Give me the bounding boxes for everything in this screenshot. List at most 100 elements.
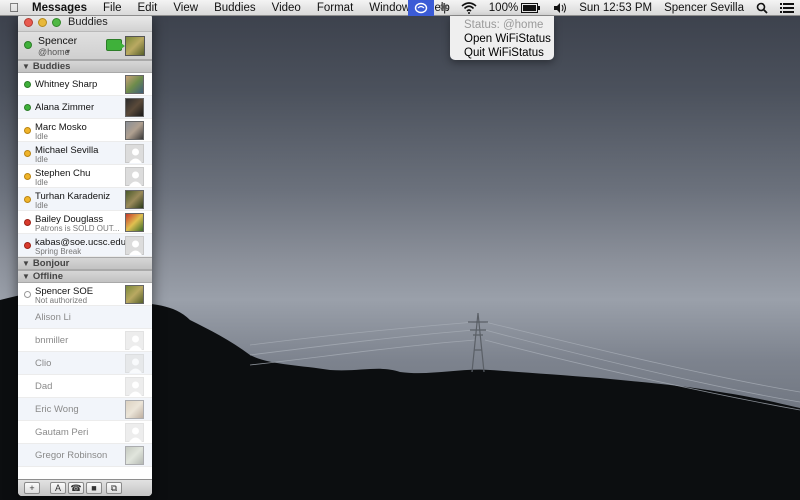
- status-indicator: [24, 291, 31, 298]
- status-indicator: [24, 81, 31, 88]
- my-status-panel: Spencer @home ▾: [18, 32, 152, 60]
- bluetooth-icon[interactable]: ✱: [434, 0, 455, 16]
- chevron-down-icon[interactable]: ▾: [66, 47, 70, 56]
- buddy-row[interactable]: Marc Mosko Idle: [18, 119, 152, 142]
- battery-status[interactable]: 100%: [483, 0, 547, 16]
- window-titlebar[interactable]: Buddies: [18, 14, 152, 32]
- buddy-name: Eric Wong: [35, 404, 79, 415]
- close-button[interactable]: [24, 18, 33, 27]
- menu-item-quit-wifistatus[interactable]: Quit WiFiStatus: [450, 46, 554, 60]
- buddy-name: Clio: [35, 358, 52, 369]
- status-indicator: [24, 127, 31, 134]
- wifistatus-icon[interactable]: [407, 0, 434, 16]
- status-indicator: [24, 196, 31, 203]
- notification-center-icon[interactable]: [774, 2, 800, 14]
- buddy-row[interactable]: Eric Wong: [18, 398, 152, 421]
- buddy-status-message: Patrons is SOLD OUT...: [35, 224, 120, 233]
- wifi-icon[interactable]: [455, 2, 483, 14]
- my-status-menu[interactable]: @home: [38, 47, 70, 57]
- buddies-window: Buddies Spencer @home ▾ ▼ Buddies Whitney …: [18, 14, 152, 496]
- buddy-avatar: [125, 285, 144, 304]
- buddy-avatar: [125, 354, 144, 373]
- buddy-avatar: [125, 98, 144, 117]
- zoom-button[interactable]: [52, 18, 61, 27]
- video-camera-icon[interactable]: [106, 39, 125, 51]
- menu-bar:  Messages File Edit View Buddies Video …: [0, 0, 800, 16]
- buddy-row[interactable]: Turhan Karadeniz Idle: [18, 188, 152, 211]
- buddy-name: bnmiller: [35, 335, 69, 346]
- disclosure-triangle-icon[interactable]: ▼: [22, 259, 30, 268]
- my-avatar[interactable]: [125, 36, 145, 56]
- menu-view[interactable]: View: [165, 0, 206, 16]
- buddy-avatar: [125, 75, 144, 94]
- group-name: Buddies: [32, 61, 71, 72]
- buddy-row[interactable]: Gregor Robinson: [18, 444, 152, 467]
- menu-item-open-wifistatus[interactable]: Open WiFiStatus: [450, 32, 554, 46]
- buddy-list: ▼ Buddies Whitney Sharp Alana Zimmer Marc Mo…: [18, 60, 152, 467]
- audio-chat-icon[interactable]: ☎: [68, 482, 84, 494]
- status-indicator: [24, 242, 31, 249]
- buddy-avatar: [125, 331, 144, 350]
- buddy-avatar: [125, 213, 144, 232]
- group-header-buddies[interactable]: ▼ Buddies: [18, 60, 152, 73]
- buddy-row[interactable]: Dad: [18, 375, 152, 398]
- menu-buddies[interactable]: Buddies: [206, 0, 264, 16]
- buddy-name: Gregor Robinson: [35, 450, 108, 461]
- buddy-row[interactable]: Alison Li: [18, 306, 152, 329]
- buddy-avatar: [125, 423, 144, 442]
- minimize-button[interactable]: [38, 18, 47, 27]
- group-header-offline[interactable]: ▼ Offline: [18, 270, 152, 283]
- clock[interactable]: Sun 12:53 PM: [573, 0, 658, 16]
- battery-icon: [521, 3, 541, 13]
- group-header-bonjour[interactable]: ▼ Bonjour: [18, 257, 152, 270]
- buddy-row[interactable]: Stephen Chu Idle: [18, 165, 152, 188]
- buddy-avatar: [125, 144, 144, 163]
- menu-app-name[interactable]: Messages: [28, 0, 95, 16]
- status-indicator: [24, 150, 31, 157]
- group-name: Bonjour: [32, 258, 70, 269]
- buddy-name: Whitney Sharp: [35, 79, 98, 90]
- menu-video[interactable]: Video: [264, 0, 309, 16]
- video-chat-icon[interactable]: ■: [86, 482, 102, 494]
- buddy-name: Alison Li: [35, 312, 71, 323]
- disclosure-triangle-icon[interactable]: ▼: [22, 62, 30, 71]
- add-icon[interactable]: +: [24, 482, 40, 494]
- status-indicator: [24, 104, 31, 111]
- buddy-name: Gautam Peri: [35, 427, 89, 438]
- buddy-status-message: Idle: [35, 178, 48, 187]
- buddy-row[interactable]: Bailey Douglass Patrons is SOLD OUT...: [18, 211, 152, 234]
- volume-icon[interactable]: [547, 2, 573, 14]
- buddy-avatar: [125, 190, 144, 209]
- status-indicator: [24, 219, 31, 226]
- buddy-row[interactable]: Clio: [18, 352, 152, 375]
- buddy-row[interactable]: Michael Sevilla Idle: [18, 142, 152, 165]
- disclosure-triangle-icon[interactable]: ▼: [22, 272, 30, 281]
- menu-edit[interactable]: Edit: [130, 0, 166, 16]
- user-menu[interactable]: Spencer Sevilla: [658, 0, 750, 16]
- buddy-row[interactable]: Gautam Peri: [18, 421, 152, 444]
- menu-item-status: Status: @home: [464, 19, 544, 31]
- buddy-row[interactable]: Whitney Sharp: [18, 73, 152, 96]
- buddy-row[interactable]: bnmiller: [18, 329, 152, 352]
- apple-icon[interactable]: : [0, 0, 28, 15]
- buddy-avatar: [125, 377, 144, 396]
- buddy-name: Alana Zimmer: [35, 102, 95, 113]
- window-toolbar: + A ☎ ■ ⧉: [18, 479, 152, 496]
- buddy-row[interactable]: Alana Zimmer: [18, 96, 152, 119]
- buddy-avatar: [125, 446, 144, 465]
- my-status-indicator: [24, 41, 32, 49]
- buddy-row[interactable]: Spencer SOE Not authorized: [18, 283, 152, 306]
- menu-format[interactable]: Format: [309, 0, 361, 16]
- menu-file[interactable]: File: [95, 0, 130, 16]
- spotlight-icon[interactable]: [750, 2, 774, 14]
- buddy-name: Dad: [35, 381, 53, 392]
- screen-share-icon[interactable]: ⧉: [106, 482, 122, 494]
- buddy-avatar: [125, 167, 144, 186]
- buddy-avatar: [125, 121, 144, 140]
- text-chat-icon[interactable]: A: [50, 482, 66, 494]
- buddy-status-message: Idle: [35, 201, 48, 210]
- buddy-row[interactable]: kabas@soe.ucsc.edu Spring Break: [18, 234, 152, 257]
- buddy-status-message: Idle: [35, 132, 48, 141]
- buddy-avatar: [125, 236, 144, 255]
- group-name: Offline: [32, 271, 64, 282]
